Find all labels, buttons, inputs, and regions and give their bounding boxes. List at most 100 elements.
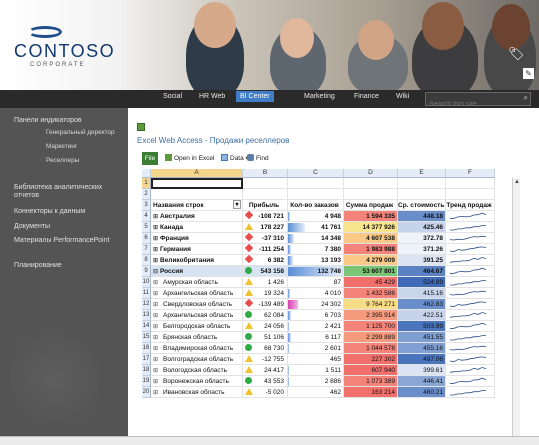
row-number[interactable]: 4 [142,211,151,222]
orders-cell[interactable]: 87 [288,277,344,288]
nav-hr-web[interactable]: HR Web [199,93,225,100]
expand-toggle-icon[interactable]: ⊞ [153,333,160,342]
expand-toggle-icon[interactable]: ⊞ [153,256,160,265]
orders-cell[interactable]: 41 761 [288,222,344,233]
row-number[interactable]: 17 [142,354,151,365]
column-header[interactable]: B [243,169,288,178]
column-header[interactable]: E [398,169,446,178]
horizontal-scrollbar[interactable] [0,436,539,445]
profit-cell[interactable]: -111 254 [243,244,288,255]
trend-cell[interactable] [446,233,495,244]
row-number[interactable]: 20 [142,387,151,398]
expand-toggle-icon[interactable]: ⊞ [153,366,160,375]
profit-cell[interactable]: -12 755 [243,354,288,365]
search-icon[interactable]: ⌕ [524,93,528,103]
expand-toggle-icon[interactable]: ⊟ [153,267,160,276]
empty-cell[interactable] [151,189,243,200]
row-label-cell[interactable]: ⊞ Австралия [151,211,243,222]
expand-toggle-icon[interactable]: ⊞ [153,212,160,221]
empty-cell[interactable] [288,178,344,189]
header-cell[interactable]: Тренд продаж [446,200,495,211]
avg-cost-cell[interactable]: 503.99 [398,321,446,332]
row-label-cell[interactable]: ⊞ Архангельская область [151,310,243,321]
row-number[interactable]: 2 [142,189,151,200]
column-header[interactable]: D [344,169,398,178]
orders-cell[interactable]: 465 [288,354,344,365]
profit-cell[interactable]: -108 721 [243,211,288,222]
row-number[interactable]: 18 [142,365,151,376]
row-label-cell[interactable]: ⊞ Великобритания [151,255,243,266]
avg-cost-cell[interactable]: 425.46 [398,222,446,233]
orders-cell[interactable]: 2 601 [288,343,344,354]
trend-cell[interactable] [446,354,495,365]
nav-bi-center[interactable]: BI Center [236,91,274,102]
empty-cell[interactable] [243,178,288,189]
row-label-cell[interactable]: ⊞ Амурская область [151,277,243,288]
profit-cell[interactable]: -37 310 [243,233,288,244]
sales-cell[interactable]: 607 940 [344,365,398,376]
grid-corner[interactable] [142,169,151,178]
row-label-cell[interactable]: ⊞ Брянская область [151,332,243,343]
sales-cell[interactable]: 1 983 988 [344,244,398,255]
profit-cell[interactable]: -139 489 [243,299,288,310]
avg-cost-cell[interactable]: 372.78 [398,233,446,244]
avg-cost-cell[interactable]: 462.83 [398,299,446,310]
expand-toggle-icon[interactable]: ⊞ [153,355,160,364]
trend-cell[interactable] [446,266,495,277]
row-number[interactable]: 5 [142,222,151,233]
nav-wiki[interactable]: Wiki [396,93,409,100]
empty-cell[interactable] [288,189,344,200]
header-cell[interactable]: Названия строк ▾ [151,200,243,211]
row-number[interactable]: 16 [142,343,151,354]
expand-toggle-icon[interactable]: ⊞ [153,245,160,254]
expand-toggle-icon[interactable]: ⊞ [153,322,160,331]
avg-cost-cell[interactable]: 448.18 [398,211,446,222]
empty-cell[interactable] [398,189,446,200]
trend-cell[interactable] [446,310,495,321]
expand-toggle-icon[interactable]: ⊞ [153,278,160,287]
tag-icon[interactable]: 🏷 [508,46,525,62]
empty-cell[interactable] [446,189,495,200]
row-number[interactable]: 7 [142,244,151,255]
expand-toggle-icon[interactable]: ⊞ [153,234,160,243]
orders-cell[interactable]: 1 511 [288,365,344,376]
header-cell[interactable]: Сумма продаж [344,200,398,211]
expand-toggle-icon[interactable]: ⊞ [153,388,160,397]
row-label-cell[interactable]: ⊞ Франция [151,233,243,244]
sales-cell[interactable]: 53 607 801 [344,266,398,277]
nav-marketing[interactable]: Marketing [304,93,335,100]
header-cell[interactable]: Прибыль [243,200,288,211]
row-label-cell[interactable]: ⊞ Воронежская область [151,376,243,387]
selected-cell[interactable] [151,178,243,189]
orders-cell[interactable]: 14 348 [288,233,344,244]
orders-cell[interactable]: 462 [288,387,344,398]
profit-cell[interactable]: 68 730 [243,343,288,354]
sidebar-item-marketing[interactable]: Маркетинг [46,143,77,151]
row-number[interactable]: 14 [142,321,151,332]
empty-cell[interactable] [446,178,495,189]
row-number[interactable]: 12 [142,299,151,310]
row-label-cell[interactable]: ⊞ Волгоградская область [151,354,243,365]
row-label-cell[interactable]: ⊞ Белгородская область [151,321,243,332]
orders-cell[interactable]: 7 380 [288,244,344,255]
row-label-cell[interactable]: ⊞ Владимирская область [151,343,243,354]
expand-toggle-icon[interactable]: ⊞ [153,311,160,320]
row-number[interactable]: 15 [142,332,151,343]
sidebar-item-resellers[interactable]: Реселлеры [46,157,79,165]
sales-cell[interactable]: 9 764 271 [344,299,398,310]
column-header[interactable]: C [288,169,344,178]
spreadsheet-grid[interactable]: A B C D E F 1 2 3 Названия строк ▾ Прибыль Кол-во за… [142,169,511,445]
trend-cell[interactable] [446,332,495,343]
vertical-scrollbar[interactable]: ▲ [512,178,520,443]
avg-cost-cell[interactable]: 524.89 [398,277,446,288]
empty-cell[interactable] [344,178,398,189]
trend-cell[interactable] [446,387,495,398]
row-number[interactable]: 3 [142,200,151,211]
row-label-cell[interactable]: ⊞ Свердловская область [151,299,243,310]
orders-cell[interactable]: 132 748 [288,266,344,277]
expand-toggle-icon[interactable]: ⊞ [153,377,160,386]
row-number[interactable]: 1 [142,178,151,189]
sidebar-item-performancepoint[interactable]: Материалы PerformancePoint [14,237,114,245]
orders-cell[interactable]: 6 117 [288,332,344,343]
row-number[interactable]: 10 [142,277,151,288]
